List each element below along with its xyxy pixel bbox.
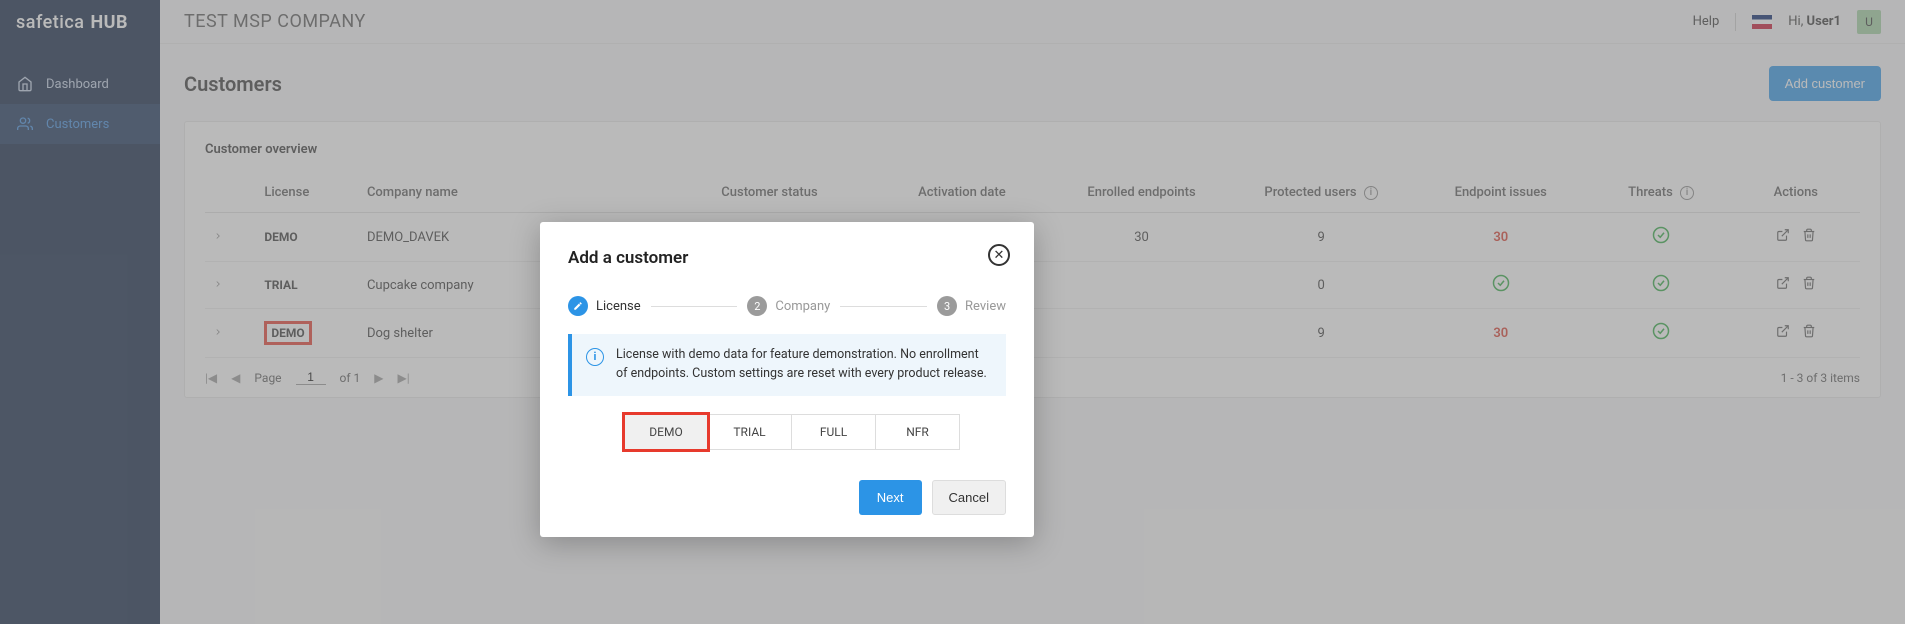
next-button[interactable]: Next <box>859 480 922 515</box>
add-customer-modal: Add a customer ✕ License 2 Company 3 Rev… <box>540 222 1034 537</box>
license-option-trial[interactable]: TRIAL <box>708 414 792 450</box>
step-connector <box>840 306 927 307</box>
license-option-nfr[interactable]: NFR <box>876 414 960 450</box>
pencil-icon <box>568 296 588 316</box>
license-info-box: i License with demo data for feature dem… <box>568 334 1006 396</box>
step-number: 2 <box>747 296 767 316</box>
step-connector <box>651 306 738 307</box>
step-label: Company <box>775 299 830 314</box>
stepper: License 2 Company 3 Review <box>568 296 1006 316</box>
modal-title: Add a customer <box>568 248 1006 268</box>
cancel-button[interactable]: Cancel <box>932 480 1006 515</box>
step-review: 3 Review <box>937 296 1006 316</box>
step-label: Review <box>965 299 1006 314</box>
step-number: 3 <box>937 296 957 316</box>
license-option-full[interactable]: FULL <box>792 414 876 450</box>
info-text: License with demo data for feature demon… <box>616 346 992 384</box>
info-icon: i <box>586 348 604 366</box>
step-license: License <box>568 296 641 316</box>
modal-footer: Next Cancel <box>568 480 1006 515</box>
close-icon[interactable]: ✕ <box>988 244 1010 266</box>
license-options: DEMO TRIAL FULL NFR <box>568 414 1006 450</box>
license-option-demo[interactable]: DEMO <box>624 414 708 450</box>
step-label: License <box>596 299 641 314</box>
step-company: 2 Company <box>747 296 830 316</box>
